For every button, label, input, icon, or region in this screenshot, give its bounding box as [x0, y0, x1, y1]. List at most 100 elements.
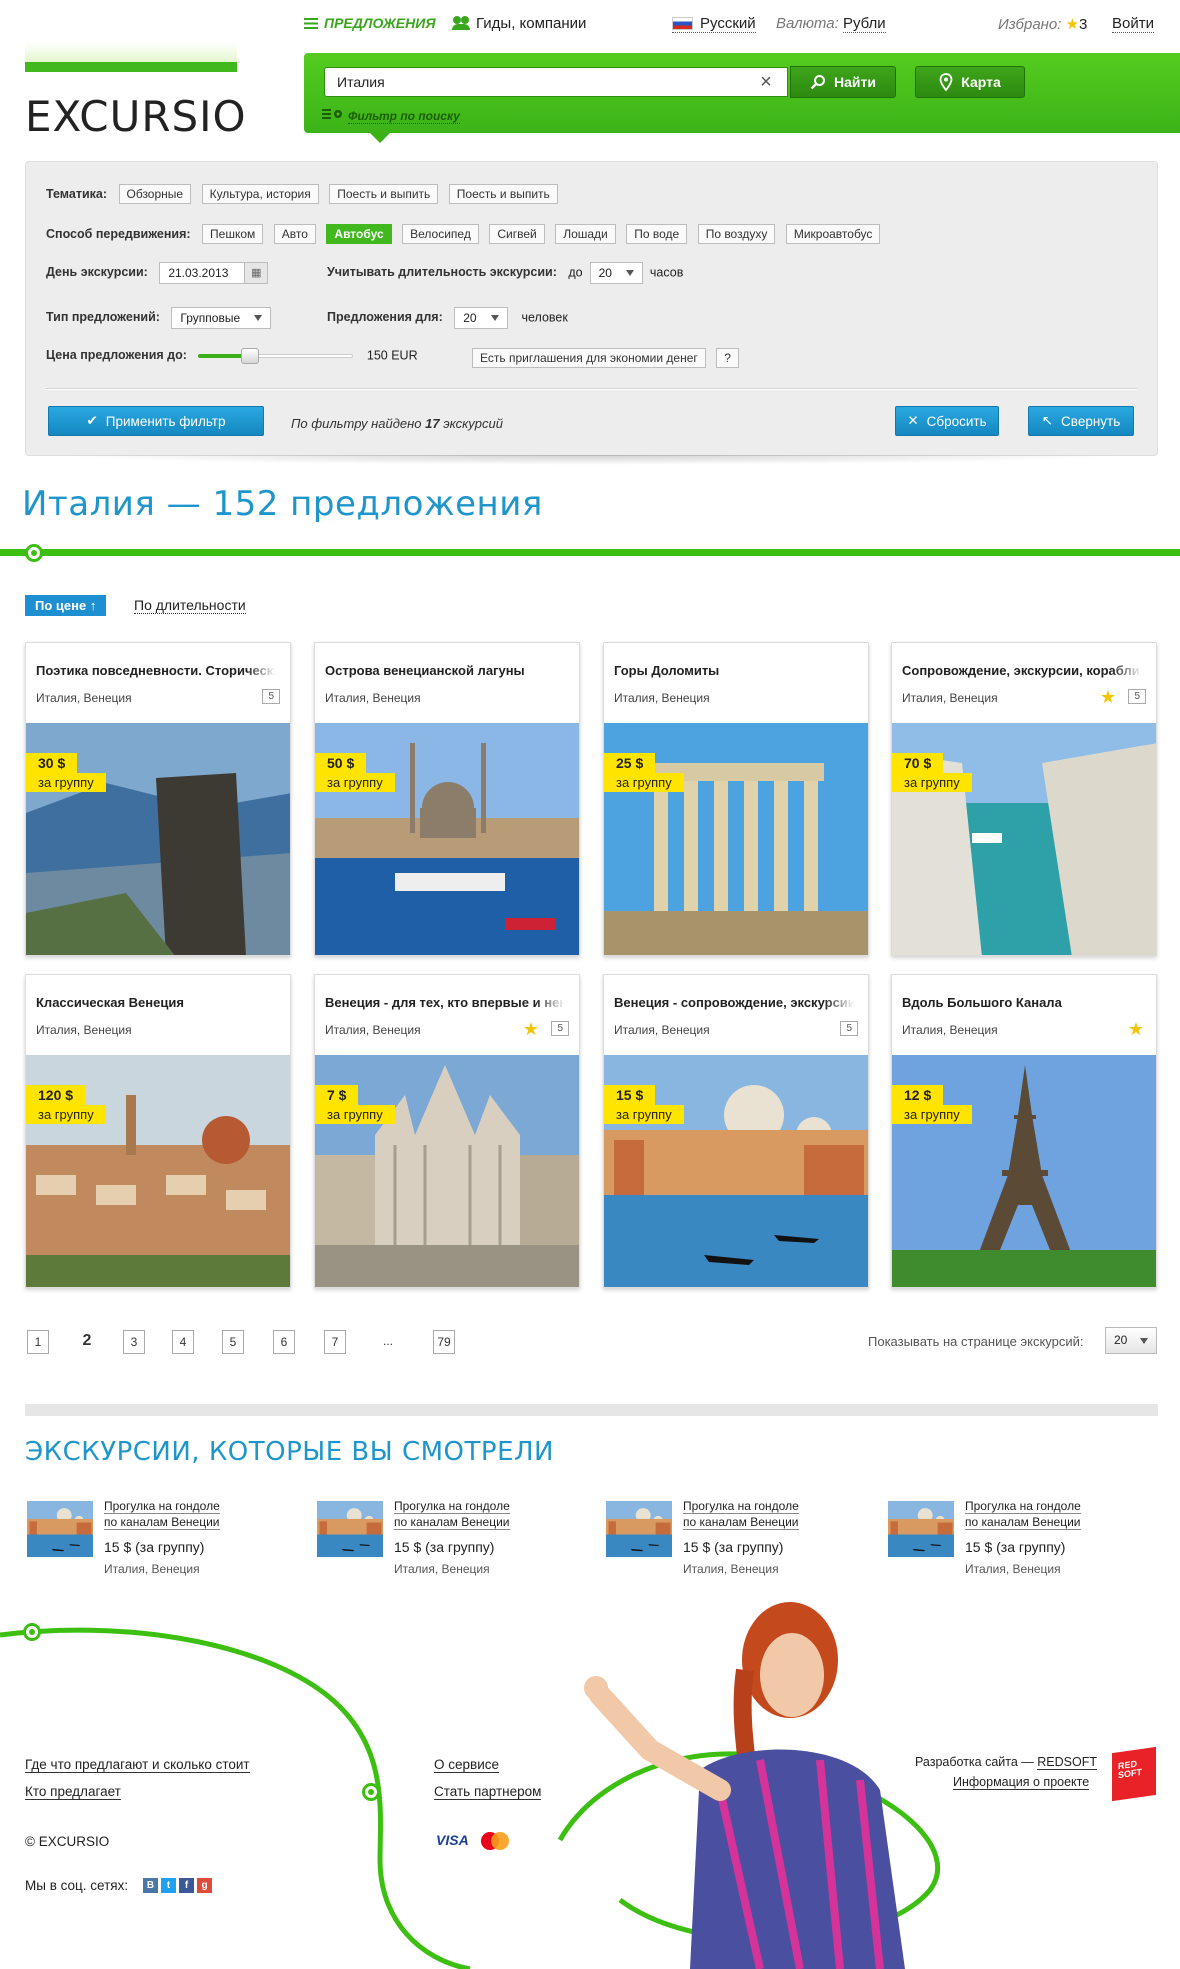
offer-card[interactable]: Венеция - для тех, кто впервые и нена Ита… — [314, 974, 580, 1288]
project-info-link[interactable]: Информация о проекте — [953, 1775, 1090, 1790]
transport-tag[interactable]: Микроавтобус — [785, 224, 881, 244]
people-count-select[interactable]: 20 — [454, 307, 508, 329]
price-slider[interactable] — [198, 348, 354, 364]
favorites-link[interactable]: Избрано: ★3 — [998, 15, 1087, 33]
transport-tag[interactable]: По воде — [626, 224, 688, 244]
currency-selector[interactable]: Валюта: Рубли — [776, 15, 886, 33]
viewed-thumbnail[interactable] — [317, 1501, 383, 1557]
site-logo[interactable]: EXCURSIO — [25, 42, 246, 141]
card-title[interactable]: Венеция - сопровождение, экскурсии — [614, 995, 854, 1010]
offer-card[interactable]: Поэтика повседневности. Сторические Итали… — [25, 642, 291, 956]
offer-card[interactable]: Острова венецианской лагуны Италия, Венец… — [314, 642, 580, 956]
viewed-thumbnail[interactable] — [888, 1501, 954, 1557]
viewed-title[interactable]: Прогулка на гондоле по каналам Венеции — [394, 1498, 534, 1530]
transport-tag[interactable]: Лошади — [555, 224, 616, 244]
card-title[interactable]: Венеция - для тех, кто впервые и нена — [325, 995, 565, 1010]
login-link[interactable]: Войти — [1112, 15, 1154, 33]
card-title[interactable]: Вдоль Большого Канала — [902, 995, 1142, 1010]
star-icon[interactable]: ★ — [1100, 687, 1116, 708]
collapse-button[interactable]: ↖ Свернуть — [1028, 406, 1134, 436]
type-select[interactable]: Групповые — [171, 307, 272, 329]
page-link[interactable]: 5 — [222, 1330, 244, 1354]
transport-tag-active[interactable]: Автобус — [326, 224, 392, 244]
offer-card[interactable]: Вдоль Большого Канала Италия, Венеция ★ 12 … — [891, 974, 1157, 1288]
filter-toggle-link[interactable]: Фильтр по поиску — [348, 109, 460, 124]
viewed-title[interactable]: Прогулка на гондоле по каналам Венеции — [683, 1498, 823, 1530]
per-page-select[interactable]: 20 — [1105, 1327, 1157, 1354]
facebook-icon[interactable]: f — [179, 1878, 194, 1893]
offer-card[interactable]: Классическая Венеция Италия, Венеция 120 $… — [25, 974, 291, 1288]
apply-filter-button[interactable]: ✔ Применить фильтр — [48, 406, 264, 436]
page-link[interactable]: 4 — [172, 1330, 194, 1354]
language-selector[interactable]: Русский — [672, 15, 756, 33]
transport-tag[interactable]: По воздуху — [697, 224, 776, 244]
viewed-title[interactable]: Прогулка на гондоле по каналам Венеции — [104, 1498, 244, 1530]
transport-tag[interactable]: Авто — [273, 224, 316, 244]
page-link[interactable]: 79 — [433, 1330, 455, 1354]
star-icon[interactable]: ★ — [523, 1019, 539, 1040]
footer-link-partner[interactable]: Стать партнером — [434, 1784, 542, 1800]
theme-tag[interactable]: Культура, история — [201, 184, 319, 204]
find-button[interactable]: Найти — [790, 66, 896, 98]
reviews-count-badge[interactable]: 5 — [840, 1021, 858, 1036]
viewed-item[interactable]: Прогулка на гондоле по каналам Венеции 15 … — [27, 1498, 297, 1578]
menu-icon — [304, 18, 318, 29]
page-link[interactable]: 2 — [76, 1330, 98, 1354]
star-icon[interactable]: ★ — [1128, 1019, 1144, 1040]
page-link[interactable]: 6 — [273, 1330, 295, 1354]
footer-link-providers[interactable]: Кто предлагает — [25, 1784, 121, 1800]
viewed-thumbnail[interactable] — [27, 1501, 93, 1557]
card-title[interactable]: Сопровождение, экскурсии, корабли — [902, 663, 1142, 678]
reviews-count-badge[interactable]: 5 — [551, 1021, 569, 1036]
sort-by-price[interactable]: По цене ↑ — [25, 595, 107, 616]
card-title[interactable]: Классическая Венеция — [36, 995, 276, 1010]
card-price: 50 $ — [315, 753, 367, 773]
viewed-thumbnail[interactable] — [606, 1501, 672, 1557]
reset-button[interactable]: ✕ Сбросить — [895, 406, 999, 436]
card-title[interactable]: Острова венецианской лагуны — [325, 663, 565, 678]
card-price: 7 $ — [315, 1085, 359, 1105]
nav-offers[interactable]: Предложения — [304, 15, 436, 31]
page-link[interactable]: 3 — [123, 1330, 145, 1354]
footer-link-prices[interactable]: Где что предлагают и сколько стоит — [25, 1757, 250, 1773]
transport-tag[interactable]: Пешком — [202, 224, 264, 244]
chevron-down-icon — [490, 315, 499, 321]
page-link[interactable]: 7 — [324, 1330, 346, 1354]
reviews-count-badge[interactable]: 5 — [262, 689, 280, 704]
nav-guides[interactable]: Гиды, компании — [452, 15, 586, 32]
page-link[interactable]: 1 — [27, 1330, 49, 1354]
found-count-text: По фильтру найдено 17 экскурсий — [291, 416, 503, 431]
reviews-count-badge[interactable]: 5 — [1128, 689, 1146, 704]
vk-icon[interactable]: В — [143, 1878, 158, 1893]
theme-tag[interactable]: Поесть и выпить — [448, 184, 558, 204]
viewed-item[interactable]: Прогулка на гондоле по каналам Венеции 15 … — [606, 1498, 876, 1578]
search-input[interactable]: Италия — [324, 67, 788, 97]
transport-tag[interactable]: Сигвей — [489, 224, 545, 244]
duration-select[interactable]: 20 — [589, 262, 643, 284]
card-title[interactable]: Поэтика повседневности. Сторические — [36, 663, 276, 678]
clear-icon[interactable]: × — [756, 72, 776, 92]
calendar-icon[interactable]: ▦ — [244, 262, 269, 284]
theme-tag[interactable]: Обзорные — [118, 184, 192, 204]
viewed-title[interactable]: Прогулка на гондоле по каналам Венеции — [965, 1498, 1105, 1530]
viewed-item[interactable]: Прогулка на гондоле по каналам Венеции 15 … — [888, 1498, 1158, 1578]
offer-card[interactable]: Венеция - сопровождение, экскурсии Италия… — [603, 974, 869, 1288]
card-title[interactable]: Горы Доломиты — [614, 663, 854, 678]
sort-by-duration[interactable]: По длительности — [134, 597, 246, 614]
transport-tag[interactable]: Велосипед — [402, 224, 479, 244]
viewed-location: Италия, Венеция — [394, 1562, 490, 1576]
offer-card[interactable]: Горы Доломиты Италия, Венеция 25 $ за групп… — [603, 642, 869, 956]
theme-tag[interactable]: Поесть и выпить — [329, 184, 439, 204]
footer-link-about[interactable]: О сервисе — [434, 1757, 499, 1773]
help-button[interactable]: ? — [716, 348, 739, 368]
slider-handle[interactable] — [240, 348, 259, 364]
map-button[interactable]: Карта — [915, 66, 1025, 98]
redsoft-link[interactable]: REDSOFT — [1037, 1755, 1098, 1770]
google-plus-icon[interactable]: g — [197, 1878, 212, 1893]
twitter-icon[interactable]: t — [161, 1878, 176, 1893]
invite-checkbox[interactable]: Есть приглашения для экономии денег — [472, 348, 706, 368]
viewed-item[interactable]: Прогулка на гондоле по каналам Венеции 15 … — [317, 1498, 587, 1578]
date-field[interactable]: 21.03.2013 — [159, 262, 246, 284]
offer-card[interactable]: Сопровождение, экскурсии, корабли Италия,… — [891, 642, 1157, 956]
redsoft-logo[interactable]: RED SOFT — [1112, 1746, 1156, 1802]
